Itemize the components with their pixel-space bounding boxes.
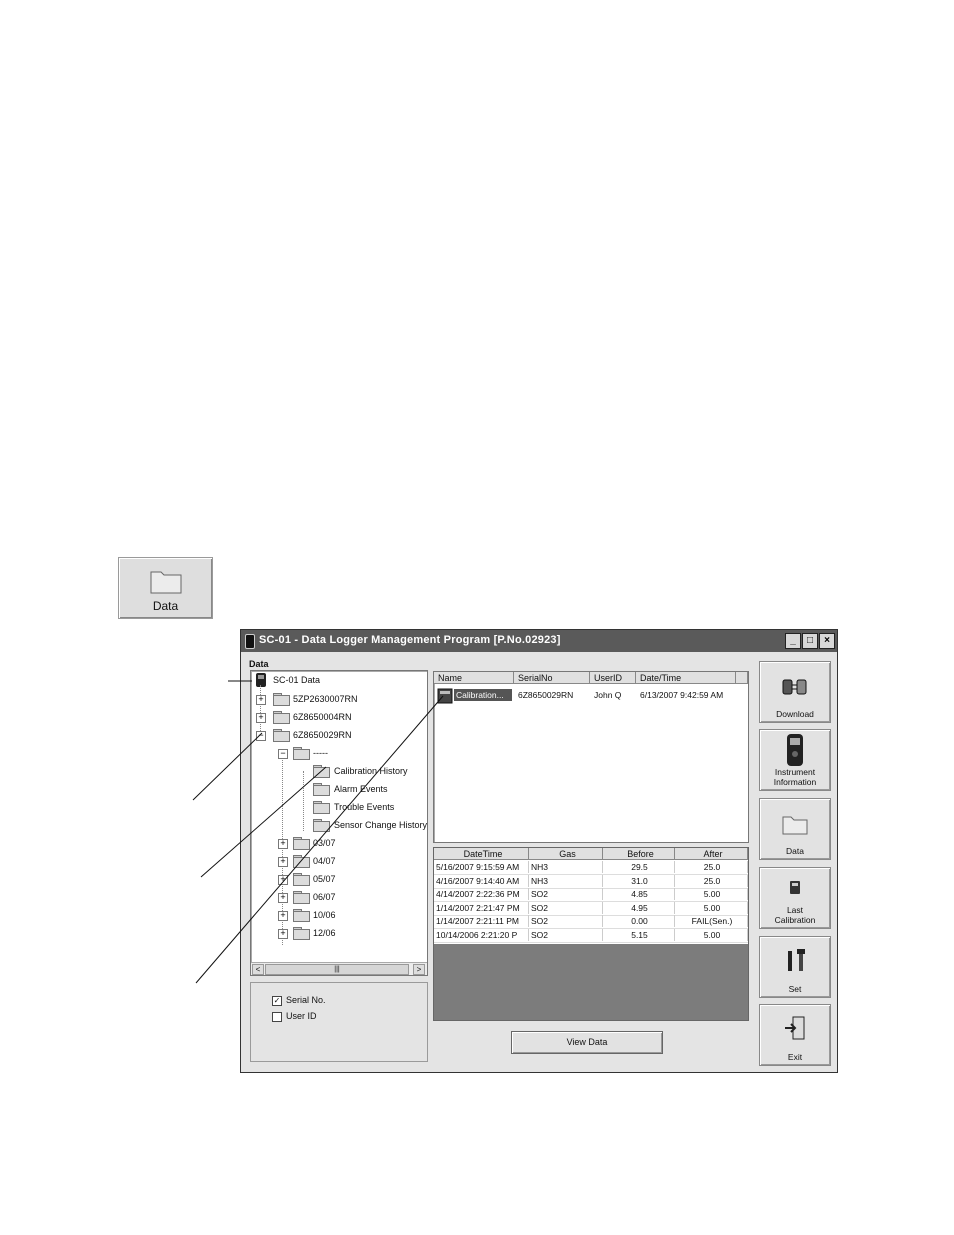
callout-line bbox=[192, 732, 263, 801]
callout-lines bbox=[192, 680, 444, 984]
callout-line bbox=[200, 766, 327, 878]
callout-line bbox=[195, 695, 444, 984]
